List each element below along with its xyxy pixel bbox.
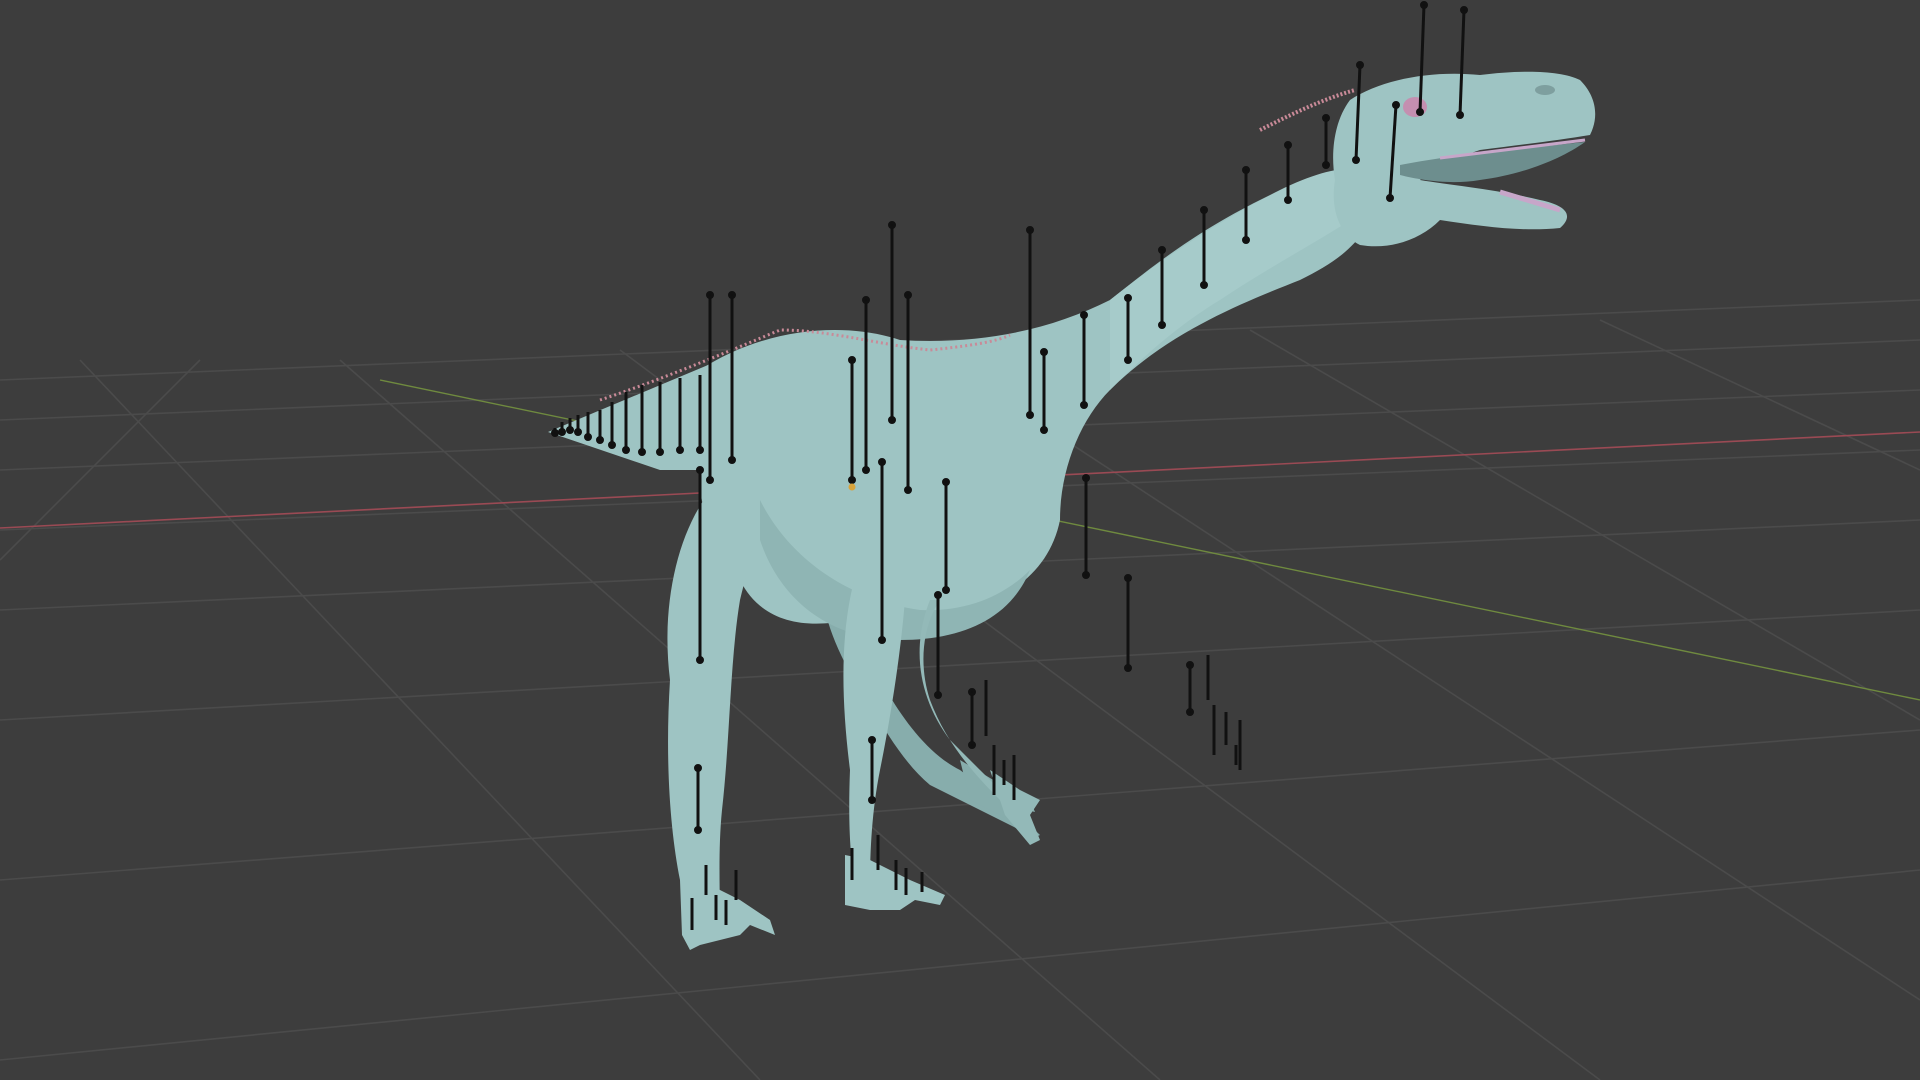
tail-bones [551,375,704,456]
near-front-leg [667,480,760,925]
nostril [1535,85,1555,95]
origin-point[interactable] [848,483,856,491]
viewport-canvas[interactable] [0,0,1920,1080]
dinosaur-mesh[interactable] [548,71,1596,950]
3d-viewport[interactable] [0,0,1920,1080]
